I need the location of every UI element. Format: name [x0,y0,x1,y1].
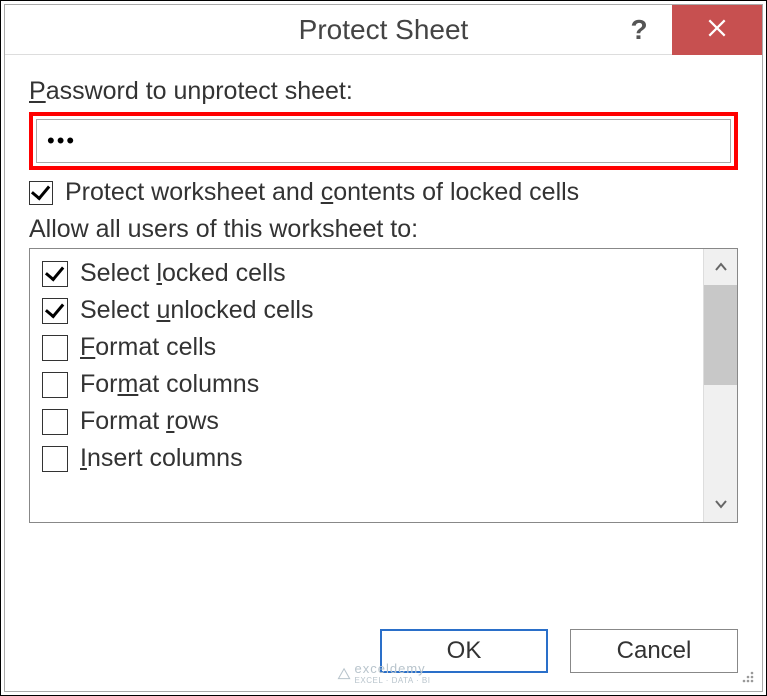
close-icon [706,17,728,44]
permission-item[interactable]: Insert columns [34,440,699,477]
permission-label: Select locked cells [80,259,286,288]
cancel-button[interactable]: Cancel [570,629,738,673]
permission-label: Insert columns [80,444,243,473]
scrollbar [703,249,737,522]
help-button[interactable]: ? [614,5,664,55]
permission-item[interactable]: Format columns [34,366,699,403]
protect-contents-label: Protect worksheet and contents of locked… [65,178,579,207]
protect-contents-checkbox[interactable] [29,181,53,205]
password-label: Password to unprotect sheet: [29,77,738,106]
permission-checkbox[interactable] [42,261,68,287]
permission-item[interactable]: Format cells [34,329,699,366]
resize-grip-icon [738,667,756,685]
permission-label: Format cells [80,333,216,362]
permission-checkbox[interactable] [42,409,68,435]
permission-checkbox[interactable] [42,446,68,472]
permission-label: Select unlocked cells [80,296,313,325]
resize-grip[interactable] [738,667,756,685]
permission-item[interactable]: Format rows [34,403,699,440]
protect-contents-row[interactable]: Protect worksheet and contents of locked… [29,178,738,207]
allow-users-label: Allow all users of this worksheet to: [29,215,738,244]
permission-checkbox[interactable] [42,298,68,324]
password-highlight [29,112,738,170]
permission-checkbox[interactable] [42,335,68,361]
cancel-button-label: Cancel [617,637,692,665]
protect-sheet-dialog: Protect Sheet ? Password to unprotect sh… [4,4,763,692]
scroll-down-button[interactable] [704,486,737,522]
dialog-footer: OK Cancel exceldemy EXCEL · DATA · BI [5,611,762,691]
ok-button-label: OK [447,637,482,665]
watermark-icon [337,666,351,680]
permissions-listbox: Select locked cells Select unlocked cells… [29,248,738,523]
permission-label: Format rows [80,407,219,436]
permission-item[interactable]: Select locked cells [34,255,699,292]
scroll-up-button[interactable] [704,249,737,285]
titlebar: Protect Sheet ? [5,5,762,55]
chevron-down-icon [714,499,728,509]
password-input[interactable] [36,119,731,163]
watermark: exceldemy EXCEL · DATA · BI [337,661,431,685]
permission-checkbox[interactable] [42,372,68,398]
chevron-up-icon [714,262,728,272]
scroll-thumb[interactable] [704,285,737,385]
close-button[interactable] [672,5,762,55]
permissions-list[interactable]: Select locked cells Select unlocked cells… [30,249,703,522]
dialog-title: Protect Sheet [299,14,469,46]
permission-item[interactable]: Select unlocked cells [34,292,699,329]
permission-label: Format columns [80,370,259,399]
help-icon: ? [630,14,647,46]
